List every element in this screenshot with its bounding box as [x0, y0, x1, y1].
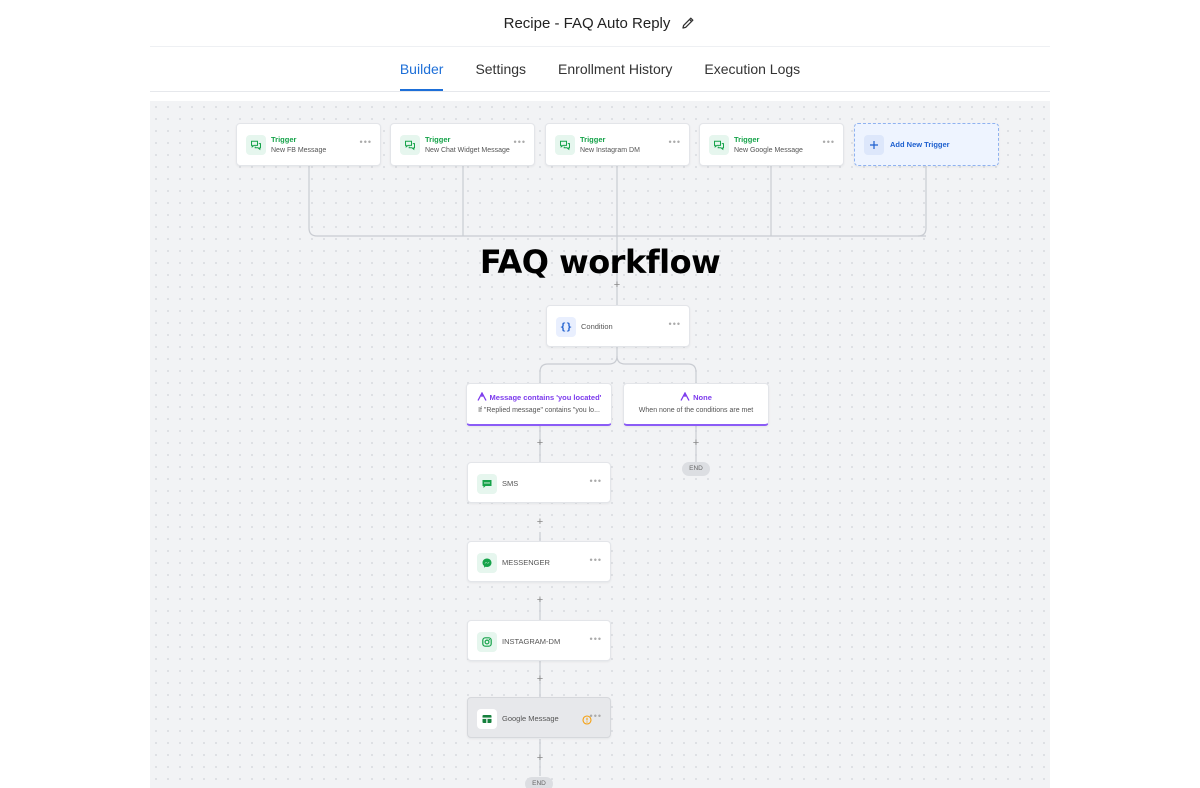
branch-icon: [680, 391, 690, 401]
messenger-icon: [477, 553, 497, 573]
trigger-subtitle: New Instagram DM: [580, 147, 640, 154]
add-step-plus-icon[interactable]: +: [691, 438, 701, 449]
trigger-label: Trigger: [425, 135, 451, 144]
instagram-icon: [477, 632, 497, 652]
more-options-icon[interactable]: •••: [360, 138, 372, 147]
more-options-icon[interactable]: •••: [590, 712, 602, 721]
page-header: Recipe - FAQ Auto Reply: [0, 0, 1200, 46]
trigger-node-fb-message[interactable]: Trigger New FB Message •••: [236, 123, 381, 166]
more-options-icon[interactable]: •••: [514, 138, 526, 147]
add-step-plus-icon[interactable]: +: [535, 438, 545, 449]
chat-icon: [555, 135, 575, 155]
trigger-node-instagram-dm[interactable]: Trigger New Instagram DM •••: [545, 123, 690, 166]
action-node-google-message[interactable]: Google Message •••: [467, 697, 611, 738]
trigger-node-google-message[interactable]: Trigger New Google Message •••: [699, 123, 844, 166]
branch-subtitle: When none of the conditions are met: [638, 407, 754, 414]
trigger-subtitle: New Chat Widget Message: [425, 147, 510, 154]
trigger-label: Trigger: [271, 135, 297, 144]
branch-icon: [476, 391, 487, 401]
trigger-label: Trigger: [734, 135, 760, 144]
end-marker: END: [682, 462, 710, 476]
branch-title-text: None: [693, 393, 712, 402]
end-marker: END: [525, 777, 553, 788]
condition-label: Condition: [581, 322, 613, 331]
branch-title: Message contains 'you located': [467, 391, 611, 402]
trigger-node-chat-widget-message[interactable]: Trigger New Chat Widget Message •••: [390, 123, 535, 166]
trigger-subtitle: New FB Message: [271, 147, 327, 154]
more-options-icon[interactable]: •••: [590, 556, 602, 565]
sms-icon: [477, 474, 497, 494]
tab-settings[interactable]: Settings: [459, 47, 542, 91]
branch-node-message-contains[interactable]: Message contains 'you located' If "Repli…: [466, 383, 612, 426]
chat-icon: [400, 135, 420, 155]
page-title: Recipe - FAQ Auto Reply: [503, 14, 671, 32]
add-step-plus-icon[interactable]: +: [535, 517, 545, 528]
action-label: SMS: [502, 479, 519, 488]
more-options-icon[interactable]: •••: [669, 138, 681, 147]
more-options-icon[interactable]: •••: [823, 138, 835, 147]
divider: [150, 91, 1050, 92]
action-node-messenger[interactable]: MESSENGER •••: [467, 541, 611, 582]
action-label: INSTAGRAM-DM: [502, 637, 561, 646]
chat-icon: [246, 135, 266, 155]
braces-icon: {}: [556, 317, 576, 337]
add-step-plus-icon[interactable]: +: [535, 674, 545, 685]
action-label: Google Message: [502, 714, 559, 723]
plus-icon: [864, 135, 884, 155]
branch-node-none[interactable]: None When none of the conditions are met: [623, 383, 769, 426]
tab-execution-logs[interactable]: Execution Logs: [688, 47, 816, 91]
branch-title: None: [624, 391, 768, 402]
branch-subtitle: If "Replied message" contains "you lo...: [478, 407, 600, 414]
overlay-title: FAQ workflow: [479, 243, 721, 281]
tab-bar: Builder Settings Enrollment History Exec…: [150, 47, 1050, 91]
add-step-plus-icon[interactable]: +: [535, 753, 545, 764]
action-label: MESSENGER: [502, 558, 550, 567]
add-step-plus-icon[interactable]: +: [535, 595, 545, 606]
pencil-icon[interactable]: [680, 15, 696, 31]
tab-enrollment-history[interactable]: Enrollment History: [542, 47, 688, 91]
trigger-label: Trigger: [580, 135, 606, 144]
condition-node[interactable]: {} Condition •••: [546, 305, 690, 347]
connector-lines: [308, 166, 927, 776]
action-node-sms[interactable]: SMS •••: [467, 462, 611, 503]
action-node-instagram-dm[interactable]: INSTAGRAM-DM •••: [467, 620, 611, 661]
more-options-icon[interactable]: •••: [590, 635, 602, 644]
google-message-icon: [477, 709, 497, 729]
chat-icon: [709, 135, 729, 155]
branch-title-text: Message contains 'you located': [489, 393, 602, 402]
more-options-icon[interactable]: •••: [669, 320, 681, 329]
trigger-subtitle: New Google Message: [734, 147, 803, 154]
more-options-icon[interactable]: •••: [590, 477, 602, 486]
tab-builder[interactable]: Builder: [384, 47, 460, 91]
add-trigger-label: Add New Trigger: [890, 140, 950, 149]
workflow-canvas[interactable]: Trigger New FB Message ••• Trigger New C…: [150, 101, 1050, 788]
add-new-trigger-button[interactable]: Add New Trigger: [854, 123, 999, 166]
add-step-plus-icon[interactable]: +: [612, 280, 622, 291]
